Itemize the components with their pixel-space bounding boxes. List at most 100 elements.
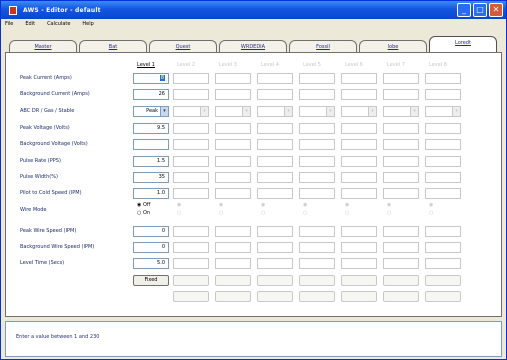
value-field[interactable]	[257, 73, 293, 84]
combo-box[interactable]: ▾ Peak	[133, 106, 169, 117]
value-field[interactable]: 35	[133, 172, 169, 183]
level-button-secondary[interactable]	[173, 291, 209, 302]
value-field[interactable]	[425, 226, 461, 237]
level-button-secondary[interactable]	[383, 291, 419, 302]
value-field[interactable]	[215, 89, 251, 100]
value-field[interactable]	[341, 156, 377, 167]
wire-mode-radio-on[interactable]: ○ On	[137, 210, 150, 216]
value-field[interactable]	[341, 89, 377, 100]
value-field[interactable]	[383, 156, 419, 167]
value-field[interactable]	[257, 172, 293, 183]
combo-box[interactable]: ▾	[341, 106, 377, 117]
value-field[interactable]	[425, 156, 461, 167]
combo-box[interactable]: ▾	[173, 106, 209, 117]
value-field[interactable]	[383, 172, 419, 183]
value-field[interactable]	[215, 139, 251, 150]
value-field[interactable]: 9.5	[133, 123, 169, 134]
wire-mode-radio-on[interactable]: ○	[177, 210, 181, 216]
value-field[interactable]	[341, 188, 377, 199]
value-field[interactable]: 26	[133, 89, 169, 100]
menu-item-help[interactable]: Help	[82, 21, 93, 27]
level-button[interactable]	[425, 275, 461, 286]
value-field[interactable]	[215, 226, 251, 237]
value-field[interactable]: 5.0	[133, 258, 169, 269]
value-field[interactable]	[425, 188, 461, 199]
title-bar[interactable]: AWS - Editor - default _ □ ✕	[1, 1, 506, 19]
value-field[interactable]	[299, 226, 335, 237]
tab-loredt[interactable]: Loredt	[429, 36, 497, 53]
value-field[interactable]	[383, 89, 419, 100]
close-button[interactable]: ✕	[489, 3, 503, 17]
wire-mode-radio-off[interactable]: ◉	[387, 202, 391, 208]
value-field[interactable]: 1.0	[133, 188, 169, 199]
value-field[interactable]	[341, 172, 377, 183]
wire-mode-radio-on[interactable]: ○	[429, 210, 433, 216]
chevron-down-icon[interactable]: ▾	[284, 107, 292, 116]
value-field[interactable]	[425, 123, 461, 134]
combo-box[interactable]: ▾	[215, 106, 251, 117]
value-field[interactable]	[383, 258, 419, 269]
value-field[interactable]	[383, 226, 419, 237]
value-field[interactable]	[173, 172, 209, 183]
value-field[interactable]	[383, 242, 419, 253]
value-field[interactable]: 0	[133, 226, 169, 237]
fixed-button[interactable]: Fixed	[133, 275, 169, 286]
value-field[interactable]	[133, 139, 169, 150]
value-field[interactable]	[341, 258, 377, 269]
combo-box[interactable]: ▾	[257, 106, 293, 117]
value-field[interactable]	[425, 139, 461, 150]
wire-mode-radio-off[interactable]: ◉	[219, 202, 223, 208]
value-field[interactable]	[299, 188, 335, 199]
value-field[interactable]	[173, 188, 209, 199]
value-field[interactable]	[173, 258, 209, 269]
level-button[interactable]	[299, 275, 335, 286]
combo-box[interactable]: ▾	[299, 106, 335, 117]
value-field[interactable]	[341, 73, 377, 84]
chevron-down-icon[interactable]: ▾	[160, 107, 168, 116]
value-field[interactable]	[341, 226, 377, 237]
value-field[interactable]	[425, 73, 461, 84]
value-field[interactable]	[215, 123, 251, 134]
value-field[interactable]	[299, 156, 335, 167]
wire-mode-radio-on[interactable]: ○	[261, 210, 265, 216]
menu-item-edit[interactable]: Edit	[25, 21, 35, 27]
chevron-down-icon[interactable]: ▾	[326, 107, 334, 116]
value-field[interactable]	[299, 123, 335, 134]
value-field[interactable]	[257, 258, 293, 269]
value-field[interactable]	[341, 139, 377, 150]
combo-box[interactable]: ▾	[383, 106, 419, 117]
value-field[interactable]	[173, 226, 209, 237]
value-field[interactable]	[173, 139, 209, 150]
wire-mode-radio-on[interactable]: ○	[303, 210, 307, 216]
level-button-secondary[interactable]	[257, 291, 293, 302]
value-field[interactable]	[215, 242, 251, 253]
value-field[interactable]	[215, 188, 251, 199]
chevron-down-icon[interactable]: ▾	[242, 107, 250, 116]
value-field[interactable]	[257, 226, 293, 237]
value-field[interactable]	[173, 73, 209, 84]
wire-mode-radio-on[interactable]: ○	[387, 210, 391, 216]
value-field[interactable]	[299, 139, 335, 150]
value-field[interactable]	[257, 156, 293, 167]
wire-mode-radio-off[interactable]: ◉	[261, 202, 265, 208]
level-button[interactable]	[341, 275, 377, 286]
wire-mode-radio-off[interactable]: ◉ Off	[137, 202, 150, 208]
value-field[interactable]: 1.5	[133, 156, 169, 167]
value-field[interactable]	[257, 242, 293, 253]
value-field[interactable]	[341, 123, 377, 134]
wire-mode-radio-on[interactable]: ○	[345, 210, 349, 216]
level-button-secondary[interactable]	[341, 291, 377, 302]
chevron-down-icon[interactable]: ▾	[368, 107, 376, 116]
value-field[interactable]: 8	[133, 73, 169, 84]
menu-item-file[interactable]: File	[5, 21, 13, 27]
wire-mode-radio-on[interactable]: ○	[219, 210, 223, 216]
value-field[interactable]	[257, 188, 293, 199]
chevron-down-icon[interactable]: ▾	[200, 107, 208, 116]
value-field[interactable]	[425, 258, 461, 269]
value-field[interactable]	[383, 188, 419, 199]
value-field[interactable]	[299, 172, 335, 183]
value-field[interactable]	[299, 242, 335, 253]
level-button[interactable]	[257, 275, 293, 286]
value-field[interactable]: 0	[133, 242, 169, 253]
value-field[interactable]	[383, 123, 419, 134]
